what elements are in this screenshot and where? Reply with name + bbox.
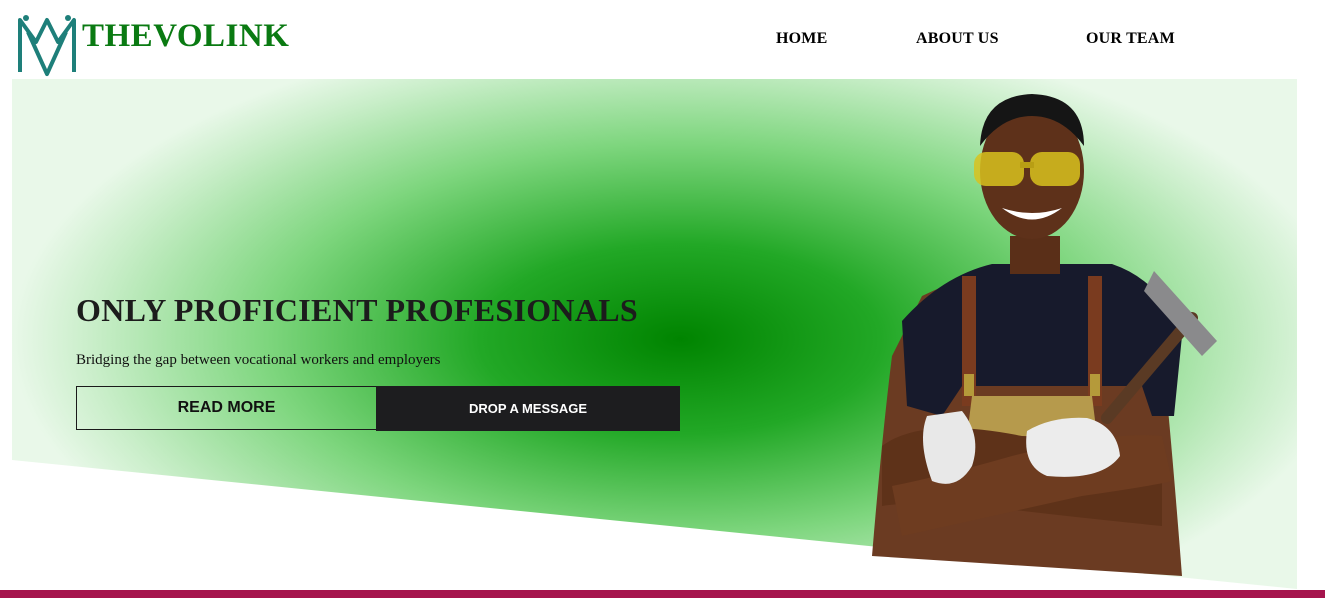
vm-logo-icon[interactable]: [14, 12, 80, 78]
drop-message-button[interactable]: DROP A MESSAGE: [376, 386, 680, 431]
nav-our-team-link[interactable]: OUR TEAM: [1086, 30, 1175, 48]
hero-title: ONLY PROFICIENT PROFESIONALS: [76, 292, 638, 328]
nav-about-link[interactable]: ABOUT US: [916, 30, 999, 48]
site-header: THEVOLINK HOME ABOUT US OUR TEAM: [0, 0, 1325, 80]
bottom-accent-bar: [0, 590, 1325, 598]
brand-name[interactable]: THEVOLINK: [82, 18, 289, 55]
hero-subtitle: Bridging the gap between vocational work…: [76, 352, 441, 368]
nav-home-link[interactable]: HOME: [776, 30, 827, 48]
read-more-button[interactable]: READ MORE: [76, 386, 377, 430]
worker-with-hammer-image: [872, 94, 1217, 576]
